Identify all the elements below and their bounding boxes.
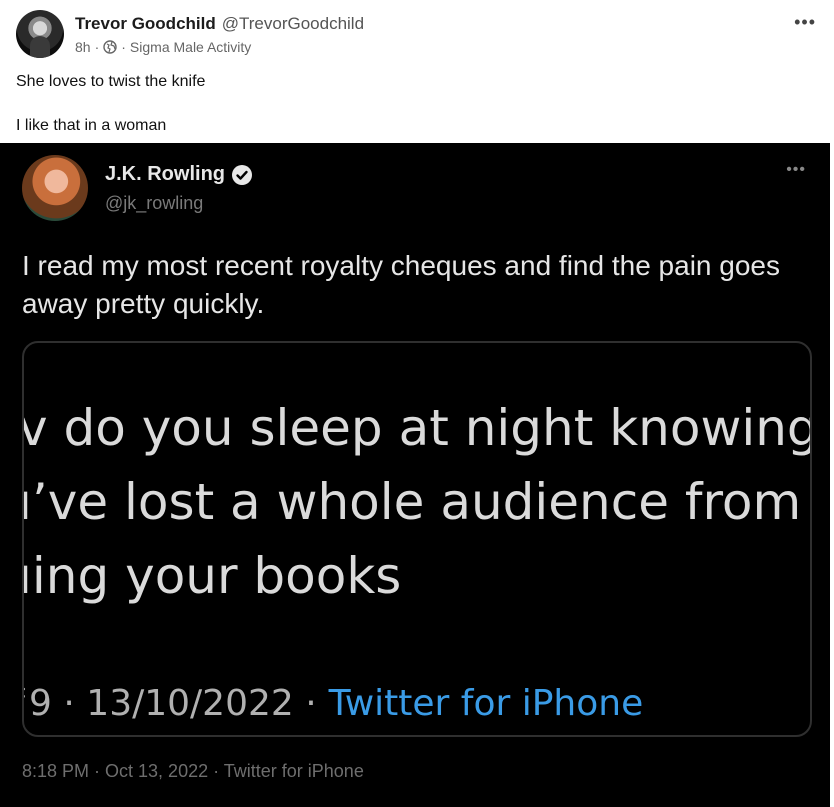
quoted-meta: ʿ9 · 13/10/2022 · (22, 683, 317, 724)
quoted-footer: ʿ9 · 13/10/2022 · Twitter for iPhone (22, 683, 644, 724)
tweet-author: J.K. Rowling (105, 163, 253, 186)
post-text-line: She loves to twist the knife (16, 73, 206, 90)
more-icon[interactable]: ••• (794, 12, 816, 33)
tweet-footer: 8:18 PM · Oct 13, 2022 · Twitter for iPh… (22, 761, 364, 781)
quoted-text-line: v do you sleep at night knowing (22, 399, 812, 457)
meta-separator: · (121, 39, 126, 55)
quoted-source: Twitter for iPhone (328, 683, 644, 724)
tweet-handle: @jk_rowling (105, 193, 204, 213)
quoted-text-line: ıing your books (22, 547, 402, 605)
meta-separator: · (94, 39, 100, 55)
community-link[interactable]: Sigma Male Activity (130, 39, 251, 55)
quoted-tweet-screenshot: v do you sleep at night knowing ı’ve los… (22, 341, 812, 737)
avatar[interactable] (16, 10, 64, 58)
tweet-more-icon: ••• (786, 161, 806, 178)
post-header: Trevor Goodchild @TrevorGoodchild 8h · · … (0, 0, 834, 68)
quoted-text-line: ı’ve lost a whole audience from (22, 473, 802, 531)
tweet-avatar (22, 155, 88, 221)
verified-icon (232, 164, 252, 185)
author-name[interactable]: Trevor Goodchild (75, 14, 216, 33)
post-time[interactable]: 8h (75, 39, 91, 55)
author-handle[interactable]: @TrevorGoodchild (222, 14, 364, 33)
embedded-tweet-image[interactable]: J.K. Rowling @jk_rowling ••• I read my m… (0, 143, 830, 807)
author-line: Trevor Goodchild @TrevorGoodchild (75, 14, 364, 34)
globe-icon (103, 40, 117, 54)
tweet-author-name: J.K. Rowling (105, 163, 225, 185)
tweet-text: I read my most recent royalty cheques an… (22, 250, 780, 319)
post-text-line: I like that in a woman (16, 117, 167, 134)
post-meta: 8h · · Sigma Male Activity (75, 39, 251, 55)
